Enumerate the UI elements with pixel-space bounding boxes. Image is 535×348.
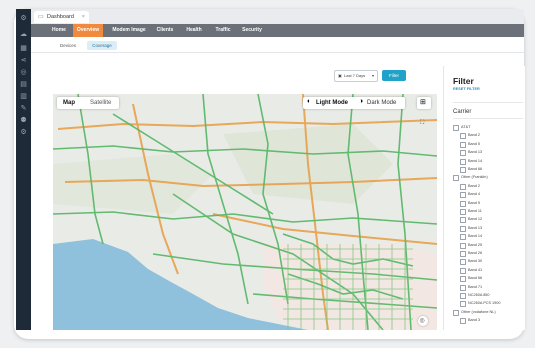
filter-item-label: Band 71 [468, 284, 483, 289]
light-mode-icon: ◐ [307, 98, 312, 105]
chevron-down-icon: ▾ [371, 73, 374, 78]
filter-panel: Filter RESET FILTER Carrier AT&T Band 2 Ba… [443, 66, 525, 330]
globe-icon[interactable]: ◎ [19, 69, 28, 77]
dashboard-icon[interactable]: ▦ [19, 45, 28, 53]
filter-item-label: Band 5 [468, 141, 481, 146]
map-type-satellite[interactable]: Satellite [90, 97, 111, 109]
filter-checkbox[interactable] [460, 276, 466, 283]
filter-checkbox[interactable] [460, 318, 466, 325]
filter-checkbox[interactable] [453, 125, 459, 131]
light-mode-button[interactable]: Light Mode [316, 97, 348, 109]
filter-item-label: Band 66 [468, 276, 483, 281]
filter-item-label: Band 13 [468, 225, 483, 230]
filter-item-label: Band 12 [468, 217, 483, 222]
nav-overview[interactable]: Overview [73, 24, 103, 37]
fullscreen-icon[interactable]: ⛶ [419, 118, 430, 128]
subtab-coverage[interactable]: Coverage [87, 41, 117, 50]
filter-checkbox[interactable] [460, 242, 466, 249]
dark-mode-icon: ◑ [359, 98, 364, 105]
nav-home[interactable]: Home [47, 24, 71, 37]
dark-mode-button[interactable]: Dark Mode [367, 97, 396, 109]
filter-item-label: Band 66 [468, 167, 483, 171]
filter-checkbox[interactable] [460, 141, 466, 148]
subtab-devices[interactable]: Devices [55, 41, 81, 50]
nav-traffic[interactable]: Traffic [211, 24, 235, 37]
locate-icon[interactable]: ◎ [418, 316, 428, 326]
carrier-section-title: Carrier [453, 109, 472, 115]
filter-item-label: Band 11 [468, 209, 482, 213]
left-sidebar: ⚙ ☁ ▦ ⋖ ◎ ▤ ▥ ✎ ⚉ ⚙ [16, 9, 31, 330]
calendar-icon: ▣ [338, 73, 342, 78]
filter-checkbox[interactable] [460, 158, 466, 165]
cloud-icon[interactable]: ☁ [19, 31, 28, 39]
map-type-toggle: Map Satellite [57, 97, 119, 109]
map-canvas [53, 94, 437, 330]
filter-checkbox[interactable] [460, 150, 466, 157]
filter-item-label: NC260A PCS 1900 [468, 301, 501, 306]
filter-checkbox[interactable] [460, 217, 466, 224]
filter-item-label: Band 14 [468, 158, 483, 163]
filter-item-label: NC260A 850 [468, 293, 490, 297]
filter-button[interactable]: Filter [382, 70, 406, 81]
settings-icon[interactable]: ⚙ [19, 129, 28, 137]
filter-item-label: Band 30 [468, 259, 483, 264]
filter-item-label: Band 3 [468, 318, 481, 323]
filter-checkbox[interactable] [460, 259, 466, 266]
filter-checkbox[interactable] [460, 209, 466, 215]
filter-checkbox[interactable] [460, 200, 466, 207]
gear-icon[interactable]: ⚙ [19, 15, 28, 23]
filter-checkbox[interactable] [460, 284, 466, 291]
filter-checkbox[interactable] [460, 225, 466, 232]
filter-checkbox[interactable] [460, 293, 466, 299]
filter-checkbox[interactable] [460, 234, 466, 241]
tool-icon[interactable]: ✎ [19, 105, 28, 113]
filter-item-label: Band 5 [468, 200, 481, 205]
filter-checkbox[interactable] [453, 309, 459, 316]
filter-item-label: Other (vodafone NL) [461, 309, 496, 314]
filter-checkbox[interactable] [460, 192, 466, 199]
date-range-value: Last 7 Days [344, 73, 366, 78]
top-nav: Home Overview Modem Image Clients Health… [31, 24, 524, 37]
filter-item-label: Band 14 [468, 234, 483, 239]
nav-clients[interactable]: Clients [153, 24, 177, 37]
divider [453, 118, 523, 119]
filter-checkbox[interactable] [460, 133, 466, 140]
window-tab[interactable]: ▭ Dashboard × [34, 11, 89, 23]
tab-title: Dashboard [47, 14, 74, 20]
filter-checkbox[interactable] [460, 251, 466, 257]
filter-item-label: Band 2 [468, 183, 481, 188]
coverage-map[interactable]: Map Satellite ◐ Light Mode ◑ Dark Mode ⊞… [53, 94, 437, 330]
user-icon[interactable]: ⚉ [19, 117, 28, 125]
filter-checkbox[interactable] [460, 301, 466, 308]
filter-item-label: Band 26 [468, 251, 483, 255]
filter-item-label: Band 13 [468, 150, 483, 155]
grid-icon[interactable]: ⊞ [417, 97, 431, 109]
title-bar: ▭ Dashboard × [31, 9, 524, 24]
theme-toggle: ◐ Light Mode ◑ Dark Mode [303, 97, 405, 109]
filter-item-label: Other (Franklin) [461, 175, 488, 180]
sub-tabs: Devices Coverage [31, 37, 524, 53]
filter-checkbox[interactable] [460, 183, 466, 190]
filter-checkbox[interactable] [460, 267, 466, 274]
dashboard-icon: ▭ [38, 14, 44, 20]
nav-security[interactable]: Security [239, 24, 265, 37]
document-icon[interactable]: ▤ [19, 81, 28, 89]
nav-health[interactable]: Health [182, 24, 206, 37]
close-icon[interactable]: × [82, 11, 85, 23]
filter-checkbox[interactable] [460, 167, 466, 173]
share-icon[interactable]: ⋖ [19, 57, 28, 65]
filter-title: Filter [453, 76, 474, 86]
divider [453, 102, 523, 103]
filter-item-label: Band 25 [468, 242, 483, 247]
filter-checkbox[interactable] [453, 175, 459, 182]
filter-item-label: Band 2 [468, 133, 481, 138]
date-range-select[interactable]: ▣ Last 7 Days ▾ [334, 70, 378, 82]
map-type-map[interactable]: Map [63, 97, 75, 109]
filter-item-label: AT&T [461, 125, 471, 129]
chart-icon[interactable]: ▥ [19, 93, 28, 101]
filter-item-label: Band 41 [468, 267, 483, 272]
nav-modem-image[interactable]: Modem Image [109, 24, 149, 37]
reset-filter-link[interactable]: RESET FILTER [453, 87, 480, 91]
filter-item-label: Band 4 [468, 192, 481, 197]
